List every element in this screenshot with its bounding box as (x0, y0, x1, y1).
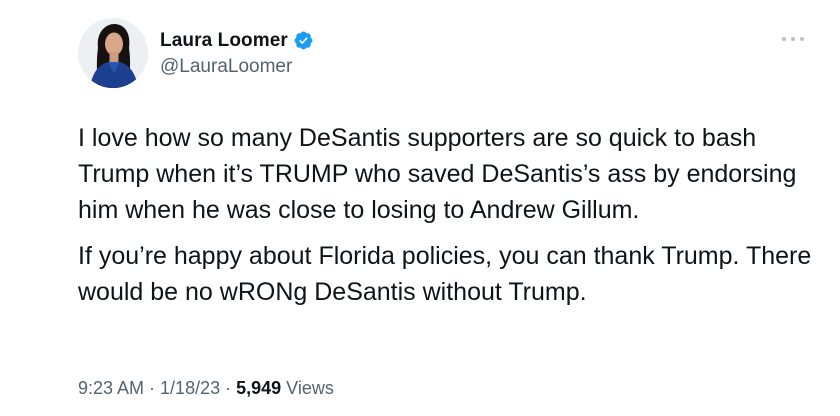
user-handle[interactable]: @LauraLoomer (160, 56, 314, 78)
verified-badge-icon (293, 30, 314, 51)
tweet-text: I love how so many DeSantis supporters a… (78, 120, 818, 310)
name-row: Laura Loomer (160, 29, 314, 53)
views-count: 5,949 (236, 378, 282, 398)
tweet-meta: 9:23 AM · 1/18/23 · 5,949 Views (78, 378, 334, 399)
dot-icon (782, 37, 786, 41)
tweet-time[interactable]: 9:23 AM (78, 378, 144, 398)
more-horizontal-icon[interactable] (782, 30, 804, 48)
tweet-paragraph: If you’re happy about Florida policies, … (78, 242, 812, 306)
display-name[interactable]: Laura Loomer (160, 30, 288, 52)
views-label: Views (281, 378, 334, 398)
user-info: Laura Loomer @LauraLoomer (160, 29, 314, 78)
tweet-date[interactable]: 1/18/23 (160, 378, 220, 398)
dot-icon (800, 37, 804, 41)
avatar-image (78, 18, 148, 88)
tweet-paragraph: I love how so many DeSantis supporters a… (78, 124, 797, 224)
tweet-card: Laura Loomer @LauraLoomer I love how so … (0, 0, 840, 416)
dot-icon (791, 37, 795, 41)
tweet-header: Laura Loomer @LauraLoomer (78, 18, 314, 88)
avatar[interactable] (78, 18, 148, 88)
meta-separator: · (220, 378, 237, 398)
meta-separator: · (144, 378, 161, 398)
